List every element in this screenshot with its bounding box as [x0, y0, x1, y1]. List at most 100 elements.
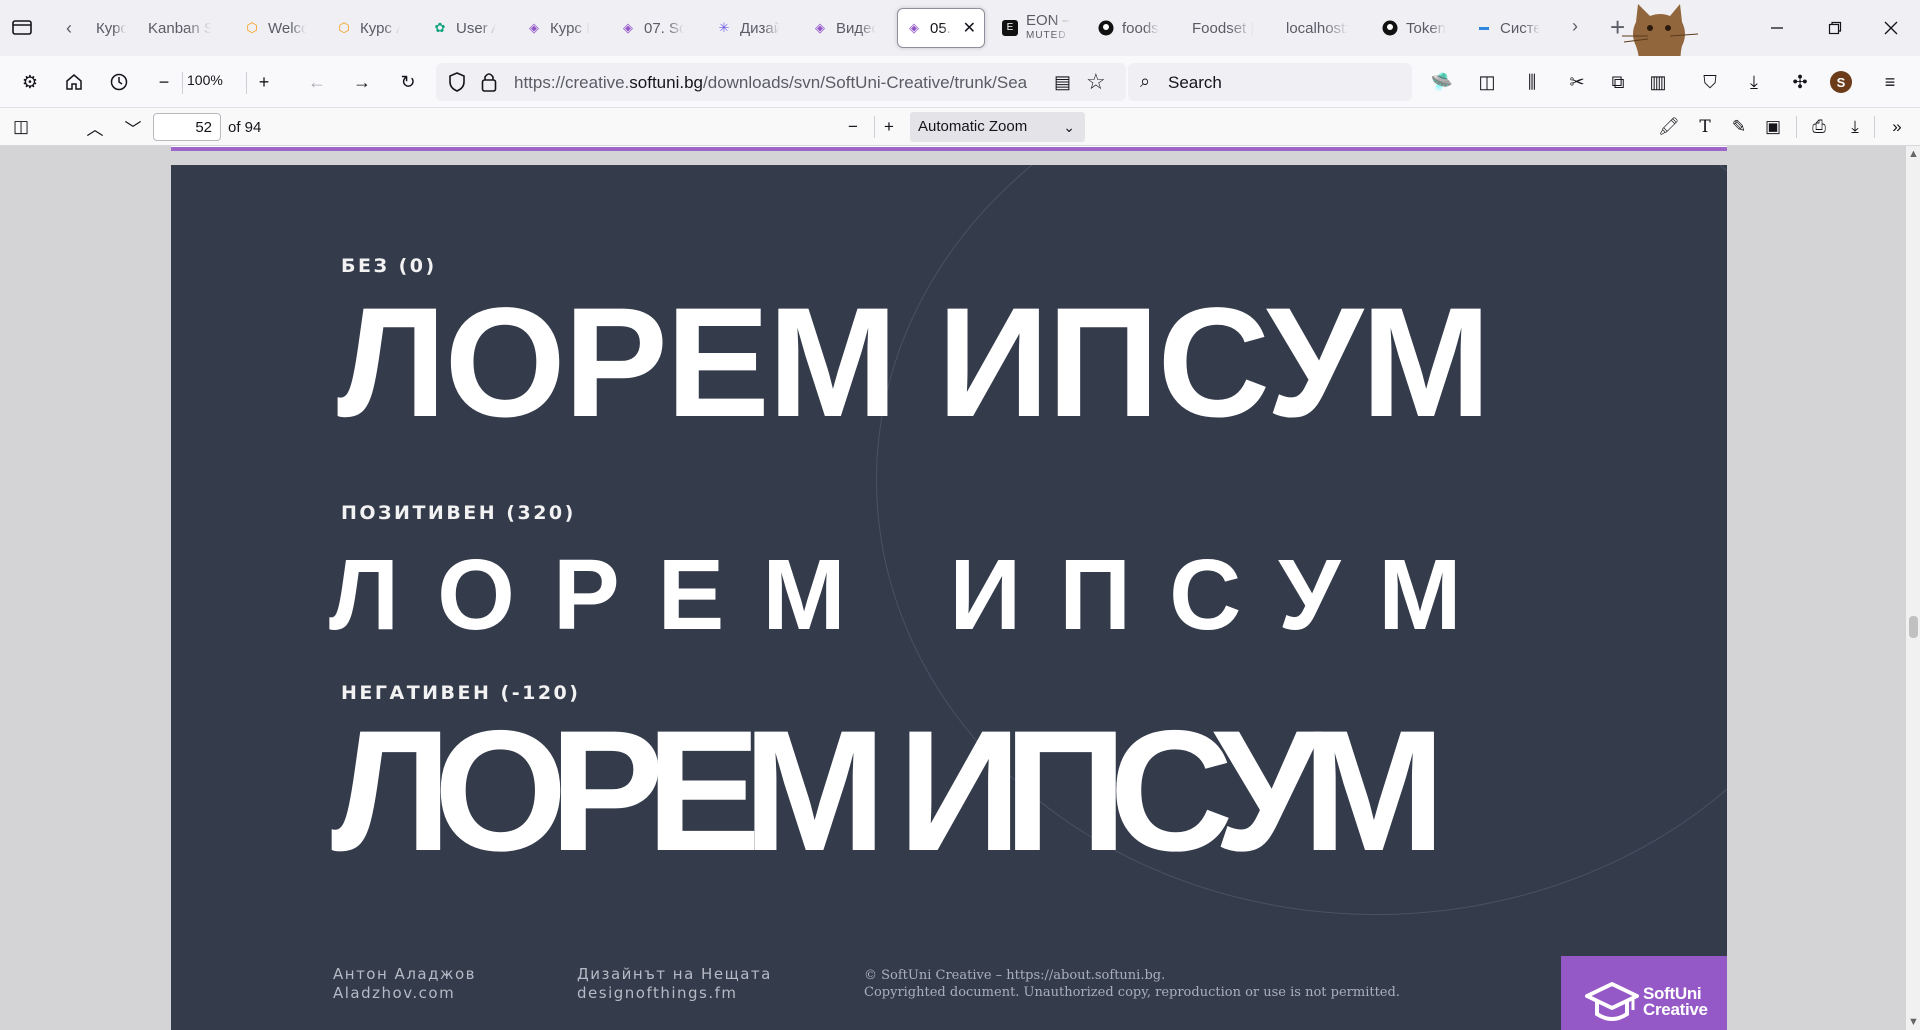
- tab-label: EON –: [1026, 13, 1072, 29]
- copy-button[interactable]: ⧉: [1604, 68, 1632, 96]
- add-image-button[interactable]: ▣: [1760, 114, 1786, 140]
- scroll-up-icon[interactable]: ▲: [1908, 148, 1919, 160]
- url-domain: softuni.bg: [629, 73, 704, 92]
- tab-15[interactable]: ▬ Систе: [1468, 8, 1548, 48]
- tab-label: foods: [1122, 19, 1159, 37]
- zoom-out-button[interactable]: −: [150, 68, 178, 96]
- tab-label: Foodset |: [1192, 19, 1255, 37]
- history-button[interactable]: [105, 68, 133, 96]
- pdf-page: БЕЗ (0) ЛОРЕМ ИПСУМ ПОЗИТИВЕН (320) ЛОРЕ…: [171, 165, 1727, 1030]
- tab-scroll-left-button[interactable]: ‹: [66, 18, 86, 38]
- text-annotation-button[interactable]: T: [1692, 114, 1718, 140]
- tab-10[interactable]: E EON – MUTED: [994, 8, 1080, 48]
- close-window-button[interactable]: [1876, 14, 1906, 42]
- tab-11[interactable]: foods: [1090, 8, 1170, 48]
- zoom-select-value: Automatic Zoom: [918, 118, 1028, 135]
- zoom-in-button[interactable]: +: [250, 68, 278, 96]
- tab-7[interactable]: ✳ Дизай: [708, 8, 788, 48]
- url-text[interactable]: https://creative.softuni.bg/downloads/sv…: [514, 73, 1054, 93]
- save-button[interactable]: ⤓: [1842, 114, 1868, 140]
- extension-ufo-button[interactable]: 🛸: [1428, 68, 1456, 96]
- extensions-button[interactable]: ✣: [1786, 68, 1814, 96]
- footer-author-name: Антон Аладжов: [333, 965, 477, 983]
- settings-button[interactable]: ⚙: [16, 68, 44, 96]
- footer-course-site: designofthings.fm: [577, 984, 738, 1002]
- bookmark-star-icon[interactable]: ☆: [1086, 69, 1106, 95]
- print-button[interactable]: ⎙: [1806, 114, 1832, 140]
- footer-author: Антон Аладжов Aladzhov.com: [333, 965, 476, 1003]
- search-bar[interactable]: ⌕ Search: [1128, 63, 1412, 101]
- cut-button[interactable]: ✂: [1563, 68, 1591, 96]
- graduation-cap-icon: [1585, 982, 1639, 1021]
- tab-13[interactable]: localhost:: [1278, 8, 1364, 48]
- site-icon: ▬: [1479, 22, 1489, 33]
- tab-2[interactable]: ⬡ Welco: [236, 8, 314, 48]
- zoom-select[interactable]: Automatic Zoom ⌄: [910, 112, 1085, 142]
- tab-active[interactable]: ◈ 05. ✕: [897, 8, 985, 48]
- softuni-creative-logo: SoftUni Creative: [1561, 956, 1727, 1030]
- sidebar-toggle-button[interactable]: ◫: [1473, 68, 1501, 96]
- highlight-button[interactable]: 🖍: [1656, 114, 1682, 140]
- tab-0[interactable]: Курс I: [88, 8, 134, 48]
- tab-6[interactable]: ◈ 07. So: [612, 8, 692, 48]
- tab-14[interactable]: Token: [1374, 8, 1454, 48]
- tab-1[interactable]: Kanban Si: [140, 8, 220, 48]
- close-tab-icon[interactable]: ✕: [963, 18, 976, 38]
- tools-menu-button[interactable]: »: [1884, 114, 1910, 140]
- forward-button[interactable]: →: [348, 68, 376, 96]
- restore-icon: [1828, 21, 1842, 35]
- softuni-icon: ◈: [909, 20, 919, 35]
- softuni-icon: ◈: [815, 20, 825, 35]
- printer-icon: ⎙: [1812, 117, 1826, 136]
- paste-button[interactable]: ▥: [1644, 68, 1672, 96]
- pdf-zoom-out-button[interactable]: −: [840, 114, 866, 140]
- lock-icon[interactable]: [480, 71, 498, 93]
- page-number-input[interactable]: [153, 113, 221, 141]
- list-all-tabs-button[interactable]: [10, 16, 40, 40]
- pdf-zoom-in-button[interactable]: +: [876, 114, 902, 140]
- tab-4[interactable]: ✿ User A: [424, 8, 504, 48]
- draw-button[interactable]: ✎: [1726, 114, 1752, 140]
- tab-3[interactable]: ⬡ Курс А: [328, 8, 408, 48]
- scroll-down-icon[interactable]: ▼: [1908, 1016, 1919, 1028]
- account-avatar[interactable]: S: [1830, 71, 1852, 93]
- tab-label: Видео: [836, 19, 876, 37]
- toggle-sidebar-button[interactable]: ◫: [8, 114, 34, 140]
- library-button[interactable]: ⫼: [1518, 68, 1546, 96]
- footer-copyright: © SoftUni Creative – https://about.softu…: [864, 967, 1400, 1001]
- reload-icon: ↻: [400, 71, 416, 92]
- downloads-button[interactable]: ⤓: [1740, 68, 1768, 96]
- search-icon: ⌕: [1140, 71, 1151, 91]
- tab-12[interactable]: Foodset |: [1184, 8, 1270, 48]
- previous-page-edge: [171, 146, 1727, 151]
- shield-icon[interactable]: [446, 71, 468, 93]
- tab-5[interactable]: ◈ Курс I: [518, 8, 598, 48]
- spacing-label-positive: ПОЗИТИВЕН (320): [341, 502, 576, 524]
- chevron-down-icon: ﹀: [124, 119, 142, 139]
- minimize-button[interactable]: [1762, 14, 1792, 42]
- pdf-viewer[interactable]: БЕЗ (0) ЛОРЕМ ИПСУМ ПОЗИТИВЕН (320) ЛОРЕ…: [0, 146, 1920, 1030]
- scrollbar-thumb[interactable]: [1909, 616, 1918, 638]
- url-bar[interactable]: https://creative.softuni.bg/downloads/sv…: [436, 63, 1126, 101]
- pocket-button[interactable]: ⛉: [1696, 68, 1724, 96]
- tab-muted-label: MUTED: [1026, 30, 1067, 41]
- menu-button[interactable]: ≡: [1876, 68, 1904, 96]
- tab-8[interactable]: ◈ Видео: [804, 8, 884, 48]
- gear-icon: ⚙: [21, 71, 39, 92]
- previous-page-button[interactable]: ︿: [82, 114, 108, 140]
- back-button[interactable]: ←: [303, 68, 331, 96]
- new-tab-button[interactable]: +: [1610, 12, 1625, 43]
- sidebar-icon: ◫: [1478, 71, 1496, 92]
- home-button[interactable]: [60, 68, 88, 96]
- text-icon: T: [1699, 117, 1711, 137]
- restore-button[interactable]: [1820, 14, 1850, 42]
- next-page-button[interactable]: ﹀: [120, 114, 146, 140]
- tab-scroll-right-button[interactable]: ›: [1572, 16, 1578, 37]
- sidebar-icon: ◫: [12, 117, 30, 136]
- zoom-level[interactable]: 100%: [187, 72, 223, 88]
- reload-button[interactable]: ↻: [394, 68, 422, 96]
- box-icon: ⬡: [246, 20, 258, 35]
- footer-course-name: Дизайнът на Нещата: [577, 965, 772, 983]
- reader-view-icon[interactable]: ▤: [1054, 72, 1071, 93]
- vertical-scrollbar[interactable]: ▲ ▼: [1906, 146, 1920, 1030]
